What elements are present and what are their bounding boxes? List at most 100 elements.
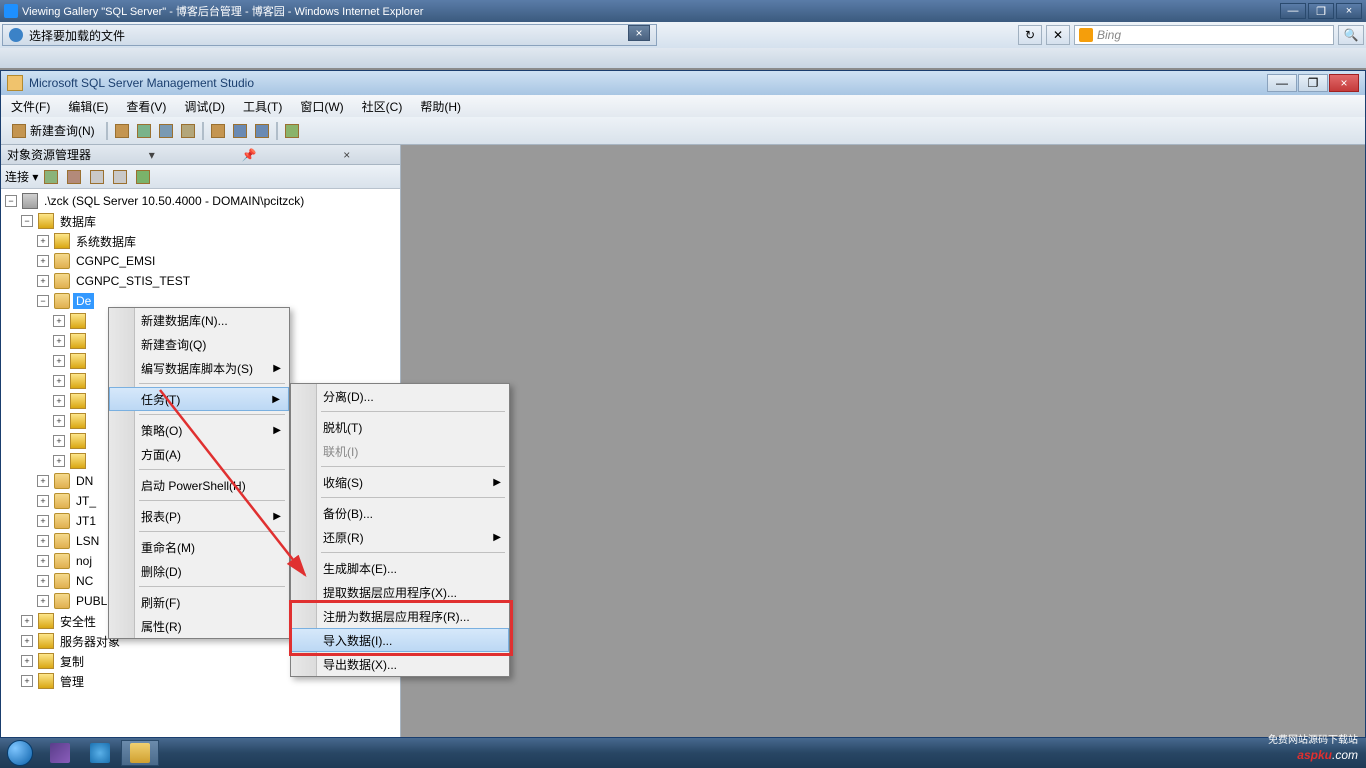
menu-view[interactable]: 查看(V) <box>120 96 172 117</box>
ctx-tasks[interactable]: 任务(T)▶ <box>109 387 289 411</box>
databases-folder[interactable]: 数据库 <box>57 212 99 231</box>
ctx-strategy[interactable]: 策略(O)▶ <box>109 418 289 442</box>
ctx-generate-script[interactable]: 生成脚本(E)... <box>291 556 509 580</box>
filter-button[interactable] <box>110 167 130 187</box>
ctx-offline[interactable]: 脱机(T) <box>291 415 509 439</box>
expand-icon[interactable]: + <box>53 375 65 387</box>
toolbar-icon[interactable] <box>112 121 132 141</box>
expand-icon[interactable]: + <box>53 335 65 347</box>
expand-icon[interactable]: + <box>53 355 65 367</box>
expand-icon[interactable]: + <box>37 595 49 607</box>
connect-dropdown[interactable]: 连接 ▾ <box>5 168 38 185</box>
ctx-refresh[interactable]: 刷新(F) <box>109 590 289 614</box>
expand-icon[interactable]: + <box>21 615 33 627</box>
toolbar-icon[interactable] <box>134 121 154 141</box>
ie-minimize-button[interactable]: — <box>1280 3 1306 19</box>
ie-refresh-button[interactable]: ↻ <box>1018 25 1042 45</box>
ssms-minimize-button[interactable]: — <box>1267 74 1297 92</box>
collapse-icon[interactable]: − <box>5 195 17 207</box>
start-button[interactable] <box>0 738 40 768</box>
ssms-titlebar[interactable]: Microsoft SQL Server Management Studio —… <box>1 71 1365 95</box>
database-node[interactable]: LSN <box>73 533 102 549</box>
expand-icon[interactable]: + <box>53 315 65 327</box>
taskbar-ssms-button[interactable] <box>121 740 159 766</box>
taskbar-vs-button[interactable] <box>41 740 79 766</box>
ctx-shrink[interactable]: 收缩(S)▶ <box>291 470 509 494</box>
ctx-backup[interactable]: 备份(B)... <box>291 501 509 525</box>
security-folder[interactable]: 安全性 <box>57 612 99 631</box>
dropdown-icon[interactable]: ▾ <box>105 148 200 162</box>
ctx-restore[interactable]: 还原(R)▶ <box>291 525 509 549</box>
ctx-aspect[interactable]: 方面(A) <box>109 442 289 466</box>
menu-help[interactable]: 帮助(H) <box>414 96 467 117</box>
ie-search-input[interactable]: Bing <box>1074 25 1334 45</box>
ctx-extract-dac[interactable]: 提取数据层应用程序(X)... <box>291 580 509 604</box>
ctx-new-query[interactable]: 新建查询(Q) <box>109 332 289 356</box>
expand-icon[interactable]: + <box>37 555 49 567</box>
menu-debug[interactable]: 调试(D) <box>178 96 231 117</box>
ie-maximize-button[interactable]: ❐ <box>1308 3 1334 19</box>
database-node-selected[interactable]: De <box>73 293 94 309</box>
expand-icon[interactable]: + <box>53 395 65 407</box>
menu-edit[interactable]: 编辑(E) <box>62 96 114 117</box>
pin-icon[interactable]: 📌 <box>202 148 297 162</box>
activity-monitor-button[interactable] <box>282 121 302 141</box>
stop-button[interactable] <box>87 167 107 187</box>
open-button[interactable] <box>208 121 228 141</box>
expand-icon[interactable]: + <box>37 475 49 487</box>
database-node[interactable]: CGNPC_STIS_TEST <box>73 273 193 289</box>
ie-stop-button[interactable]: ✕ <box>1046 25 1070 45</box>
server-node[interactable]: .\zck (SQL Server 10.50.4000 - DOMAIN\pc… <box>41 193 307 209</box>
system-db-folder[interactable]: 系统数据库 <box>73 232 139 251</box>
database-node[interactable]: noj <box>73 553 95 569</box>
ctx-rename[interactable]: 重命名(M) <box>109 535 289 559</box>
expand-icon[interactable]: + <box>37 515 49 527</box>
expand-icon[interactable]: + <box>37 575 49 587</box>
ctx-export-data[interactable]: 导出数据(X)... <box>291 652 509 676</box>
toolbar-icon[interactable] <box>178 121 198 141</box>
menu-window[interactable]: 窗口(W) <box>294 96 349 117</box>
expand-icon[interactable]: + <box>53 415 65 427</box>
ctx-delete[interactable]: 删除(D) <box>109 559 289 583</box>
file-dialog-close-button[interactable]: × <box>628 25 650 41</box>
menu-community[interactable]: 社区(C) <box>356 96 409 117</box>
ctx-detach[interactable]: 分离(D)... <box>291 384 509 408</box>
ctx-new-database[interactable]: 新建数据库(N)... <box>109 308 289 332</box>
expand-icon[interactable]: + <box>37 255 49 267</box>
toolbar-icon[interactable] <box>156 121 176 141</box>
expand-icon[interactable]: + <box>53 455 65 467</box>
ssms-close-button[interactable]: × <box>1329 74 1359 92</box>
collapse-icon[interactable]: − <box>37 295 49 307</box>
file-open-dialog-titlebar[interactable]: 选择要加载的文件 × <box>2 24 657 46</box>
ctx-powershell[interactable]: 启动 PowerShell(H) <box>109 473 289 497</box>
save-button[interactable] <box>230 121 250 141</box>
connect-button[interactable] <box>41 167 61 187</box>
ctx-reports[interactable]: 报表(P)▶ <box>109 504 289 528</box>
ctx-register-dac[interactable]: 注册为数据层应用程序(R)... <box>291 604 509 628</box>
expand-icon[interactable]: + <box>21 635 33 647</box>
menu-file[interactable]: 文件(F) <box>5 96 56 117</box>
expand-icon[interactable]: + <box>37 235 49 247</box>
new-query-button[interactable]: 新建查询(N) <box>5 121 102 141</box>
menu-tools[interactable]: 工具(T) <box>237 96 288 117</box>
database-node[interactable]: NC <box>73 573 96 589</box>
expand-icon[interactable]: + <box>37 275 49 287</box>
replication-folder[interactable]: 复制 <box>57 652 87 671</box>
database-node[interactable]: JT_ <box>73 493 99 509</box>
ie-close-button[interactable]: × <box>1336 3 1362 19</box>
database-node[interactable]: CGNPC_EMSI <box>73 253 158 269</box>
ssms-maximize-button[interactable]: ❐ <box>1298 74 1328 92</box>
panel-close-icon[interactable]: × <box>300 148 395 162</box>
ctx-properties[interactable]: 属性(R) <box>109 614 289 638</box>
expand-icon[interactable]: + <box>37 495 49 507</box>
expand-icon[interactable]: + <box>53 435 65 447</box>
save-all-button[interactable] <box>252 121 272 141</box>
ctx-script-database[interactable]: 编写数据库脚本为(S)▶ <box>109 356 289 380</box>
management-folder[interactable]: 管理 <box>57 672 87 691</box>
ie-search-button[interactable]: 🔍 <box>1338 25 1364 45</box>
expand-icon[interactable]: + <box>21 675 33 687</box>
database-node[interactable]: JT1 <box>73 513 99 529</box>
database-node[interactable]: DN <box>73 473 96 489</box>
collapse-icon[interactable]: − <box>21 215 33 227</box>
expand-icon[interactable]: + <box>37 535 49 547</box>
